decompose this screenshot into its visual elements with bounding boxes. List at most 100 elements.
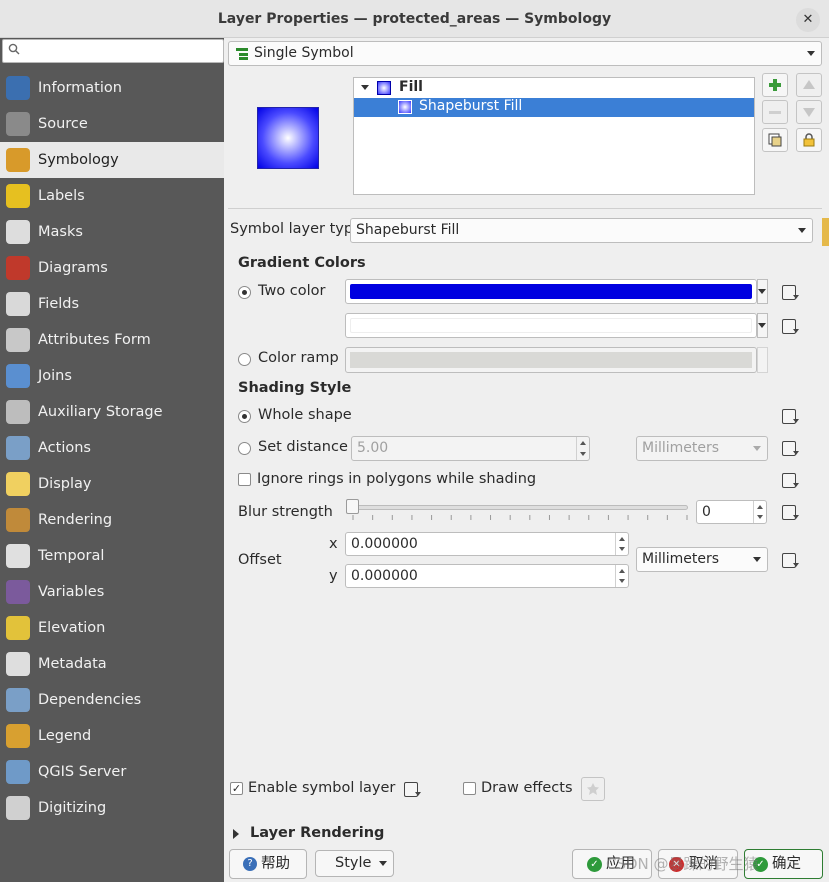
scroll-edge — [822, 218, 829, 246]
blur-strength-input[interactable]: 0 — [696, 500, 767, 524]
arrow-up-icon — [803, 80, 815, 89]
close-button[interactable]: ✕ — [796, 8, 820, 32]
sidebar-item-dependencies[interactable]: Dependencies — [0, 682, 224, 718]
data-defined-icon[interactable] — [779, 283, 801, 301]
offset-x-input[interactable]: 0.000000 — [345, 532, 629, 556]
move-down-button[interactable] — [796, 100, 822, 124]
color-ramp-button[interactable] — [345, 347, 757, 373]
sidebar-item-label: Variables — [38, 584, 105, 600]
sidebar-item-metadata[interactable]: Metadata — [0, 646, 224, 682]
sidebar-item-label: Source — [38, 116, 88, 132]
sidebar-item-joins[interactable]: Joins — [0, 358, 224, 394]
sidebar-item-label: Elevation — [38, 620, 106, 636]
effects-button[interactable] — [581, 777, 605, 801]
duplicate-layer-button[interactable] — [762, 128, 788, 152]
diagrams-icon — [6, 256, 30, 280]
sidebar-item-label: Display — [38, 476, 92, 492]
two-color-radio[interactable] — [238, 286, 251, 299]
sidebar-item-label: Fields — [38, 296, 80, 312]
sidebar-item-source[interactable]: Source — [0, 106, 224, 142]
labels-icon — [6, 184, 30, 208]
sidebar-item-symbology[interactable]: Symbology — [0, 142, 224, 178]
blur-spin-buttons[interactable] — [753, 501, 766, 523]
offset-unit-select[interactable]: Millimeters — [636, 547, 768, 572]
add-layer-button[interactable] — [762, 73, 788, 97]
check-icon: ✓ — [587, 857, 602, 872]
sidebar-item-fields[interactable]: Fields — [0, 286, 224, 322]
symbol-layer-type-select[interactable]: Shapeburst Fill — [350, 218, 813, 243]
whole-shape-radio[interactable] — [238, 410, 251, 423]
layer-rendering-toggle[interactable]: Layer Rendering — [228, 825, 528, 844]
sidebar-item-legend[interactable]: Legend — [0, 718, 224, 754]
shapeburst-icon — [398, 100, 412, 114]
tree-item-fill[interactable]: Fill — [354, 78, 754, 98]
sidebar-item-digitizing[interactable]: Digitizing — [0, 790, 224, 826]
color1-button[interactable] — [345, 279, 757, 304]
data-defined-icon[interactable] — [779, 439, 801, 457]
ignore-rings-checkbox[interactable] — [238, 473, 251, 486]
move-up-button[interactable] — [796, 73, 822, 97]
distance-spin-buttons[interactable] — [576, 437, 589, 460]
color-ramp-label: Color ramp — [258, 350, 339, 366]
blur-slider-track[interactable] — [346, 505, 688, 510]
divider — [228, 208, 822, 209]
offset-unit-value: Millimeters — [642, 551, 720, 567]
data-defined-icon[interactable] — [779, 317, 801, 335]
sidebar-item-variables[interactable]: Variables — [0, 574, 224, 610]
sidebar-item-attributes-form[interactable]: Attributes Form — [0, 322, 224, 358]
enable-symbol-layer-label: Enable symbol layer — [248, 780, 396, 796]
draw-effects-checkbox[interactable] — [463, 782, 476, 795]
actions-icon — [6, 436, 30, 460]
offset-y-spin-buttons[interactable] — [615, 565, 628, 587]
lock-layer-button[interactable] — [796, 128, 822, 152]
data-defined-icon[interactable] — [779, 407, 801, 425]
tree-item-shapeburst[interactable]: Shapeburst Fill — [354, 98, 754, 117]
distance-input[interactable]: 5.00 — [351, 436, 590, 461]
color2-button[interactable] — [345, 313, 757, 338]
gradient-colors-heading: Gradient Colors — [238, 255, 366, 271]
style-button[interactable]: Style — [315, 850, 394, 877]
data-defined-icon[interactable] — [779, 503, 801, 521]
data-defined-icon[interactable] — [779, 471, 801, 489]
color2-menu-button[interactable] — [757, 313, 768, 338]
display-icon — [6, 472, 30, 496]
enable-symbol-layer-checkbox[interactable]: ✓ — [230, 782, 243, 795]
sidebar-item-information[interactable]: Information — [0, 70, 224, 106]
sidebar-item-diagrams[interactable]: Diagrams — [0, 250, 224, 286]
sidebar-item-labels[interactable]: Labels — [0, 178, 224, 214]
data-defined-icon[interactable] — [401, 780, 423, 798]
symbol-preview — [257, 107, 319, 169]
data-defined-icon[interactable] — [779, 551, 801, 569]
sidebar-item-label: Diagrams — [38, 260, 108, 276]
distance-unit-select[interactable]: Millimeters — [636, 436, 768, 461]
offset-y-input[interactable]: 0.000000 — [345, 564, 629, 588]
sidebar-item-qgis-server[interactable]: QGIS Server — [0, 754, 224, 790]
offset-x-spin-buttons[interactable] — [615, 533, 628, 555]
tree-shapeburst-label: Shapeburst Fill — [419, 98, 523, 114]
blur-slider-handle[interactable] — [346, 499, 359, 514]
sidebar-item-auxiliary-storage[interactable]: Auxiliary Storage — [0, 394, 224, 430]
symbol-layer-type-value: Shapeburst Fill — [356, 222, 460, 238]
search-icon — [8, 43, 22, 57]
elevation-icon — [6, 616, 30, 640]
search-input[interactable] — [2, 39, 224, 63]
sidebar-item-elevation[interactable]: Elevation — [0, 610, 224, 646]
sidebar-item-temporal[interactable]: Temporal — [0, 538, 224, 574]
color1-swatch — [350, 284, 752, 299]
remove-layer-button[interactable] — [762, 100, 788, 124]
expand-arrow-icon[interactable] — [361, 85, 369, 90]
renderer-select[interactable]: Single Symbol — [228, 41, 822, 66]
help-button[interactable]: ? 帮助 — [229, 849, 307, 879]
sidebar-item-rendering[interactable]: Rendering — [0, 502, 224, 538]
chevron-down-icon — [758, 288, 766, 294]
color1-menu-button[interactable] — [757, 279, 768, 304]
sidebar-item-label: Joins — [38, 368, 72, 384]
sidebar-item-masks[interactable]: Masks — [0, 214, 224, 250]
set-distance-radio[interactable] — [238, 442, 251, 455]
sidebar-item-display[interactable]: Display — [0, 466, 224, 502]
color-ramp-menu-button[interactable] — [757, 347, 768, 373]
offset-y-value: 0.000000 — [351, 568, 418, 584]
blur-value: 0 — [702, 504, 711, 520]
sidebar-item-actions[interactable]: Actions — [0, 430, 224, 466]
color-ramp-radio[interactable] — [238, 353, 251, 366]
